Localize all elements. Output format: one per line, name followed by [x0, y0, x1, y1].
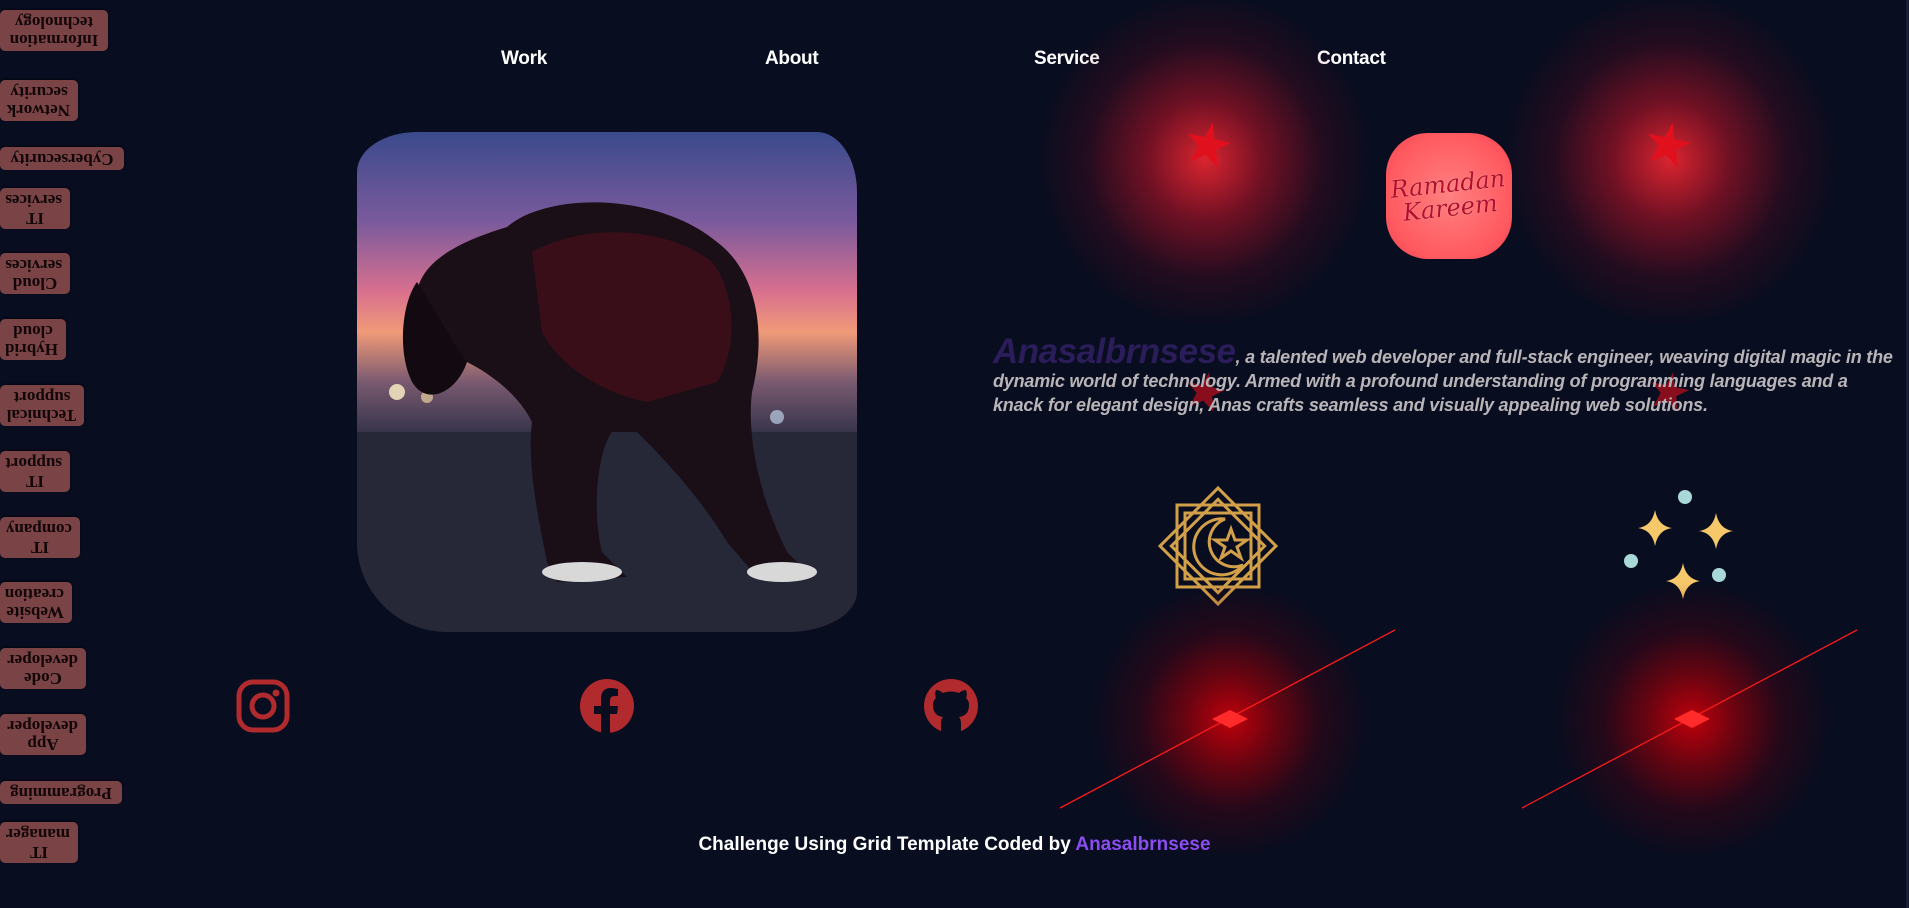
tag-label: App developer: [7, 717, 78, 754]
tag-item[interactable]: Cybersecurity: [0, 147, 124, 170]
tag-label: Website creation: [4, 585, 64, 622]
tag-item[interactable]: IT services: [0, 188, 70, 229]
tag-label: Cybersecurity: [10, 150, 114, 169]
tag-item[interactable]: App developer: [0, 714, 86, 755]
tag-item[interactable]: Website creation: [0, 582, 72, 623]
page: Information technology Network security …: [0, 0, 1909, 908]
facebook-icon[interactable]: [579, 678, 635, 734]
nav-work[interactable]: Work: [501, 48, 547, 70]
tag-item[interactable]: Technical support: [0, 385, 84, 426]
github-icon[interactable]: [923, 678, 979, 734]
tag-item[interactable]: Network security: [0, 80, 78, 121]
tag-label: IT support: [5, 454, 62, 491]
badge-text: Ramadan Kareem: [1389, 164, 1507, 227]
footer-author-link[interactable]: Anasalbrnsese: [1075, 834, 1210, 855]
tag-label: Cloud services: [5, 256, 62, 293]
laser-line-left: [1060, 629, 1396, 809]
tag-item[interactable]: Cloud services: [0, 253, 70, 294]
tag-item[interactable]: IT support: [0, 451, 70, 492]
tag-label: Technical support: [6, 388, 76, 425]
hero-photo: [357, 132, 857, 632]
tag-item[interactable]: Hybrid cloud: [0, 319, 66, 360]
ramadan-badge: Ramadan Kareem: [1386, 133, 1512, 259]
tag-label: Code developer: [7, 651, 78, 688]
nav-about[interactable]: About: [765, 48, 819, 70]
intro-name: Anasalbrnsese: [993, 332, 1236, 371]
tag-item[interactable]: Code developer: [0, 648, 86, 689]
tag-item[interactable]: IT company: [0, 517, 80, 558]
intro-paragraph: Anasalbrnsese, a talented web developer …: [993, 334, 1893, 417]
red-star-icon: [1647, 122, 1691, 168]
tag-item[interactable]: Information technology: [0, 10, 108, 51]
footer-credit: Challenge Using Grid Template Coded by A…: [0, 834, 1909, 856]
tag-label: Programming: [10, 784, 112, 803]
silhouette-illustration: [357, 202, 857, 632]
tag-label: IT company: [5, 520, 72, 557]
red-star-icon: [1187, 122, 1231, 168]
tag-label: IT services: [5, 191, 62, 228]
laser-line-right: [1522, 629, 1858, 809]
instagram-icon[interactable]: [235, 678, 291, 734]
tag-label: Information technology: [9, 13, 99, 50]
tag-label: Hybrid cloud: [5, 322, 58, 359]
footer-text: Challenge Using Grid Template Coded by: [698, 834, 1076, 855]
tag-item[interactable]: Programming: [0, 781, 122, 804]
tag-label: Network security: [6, 83, 70, 120]
